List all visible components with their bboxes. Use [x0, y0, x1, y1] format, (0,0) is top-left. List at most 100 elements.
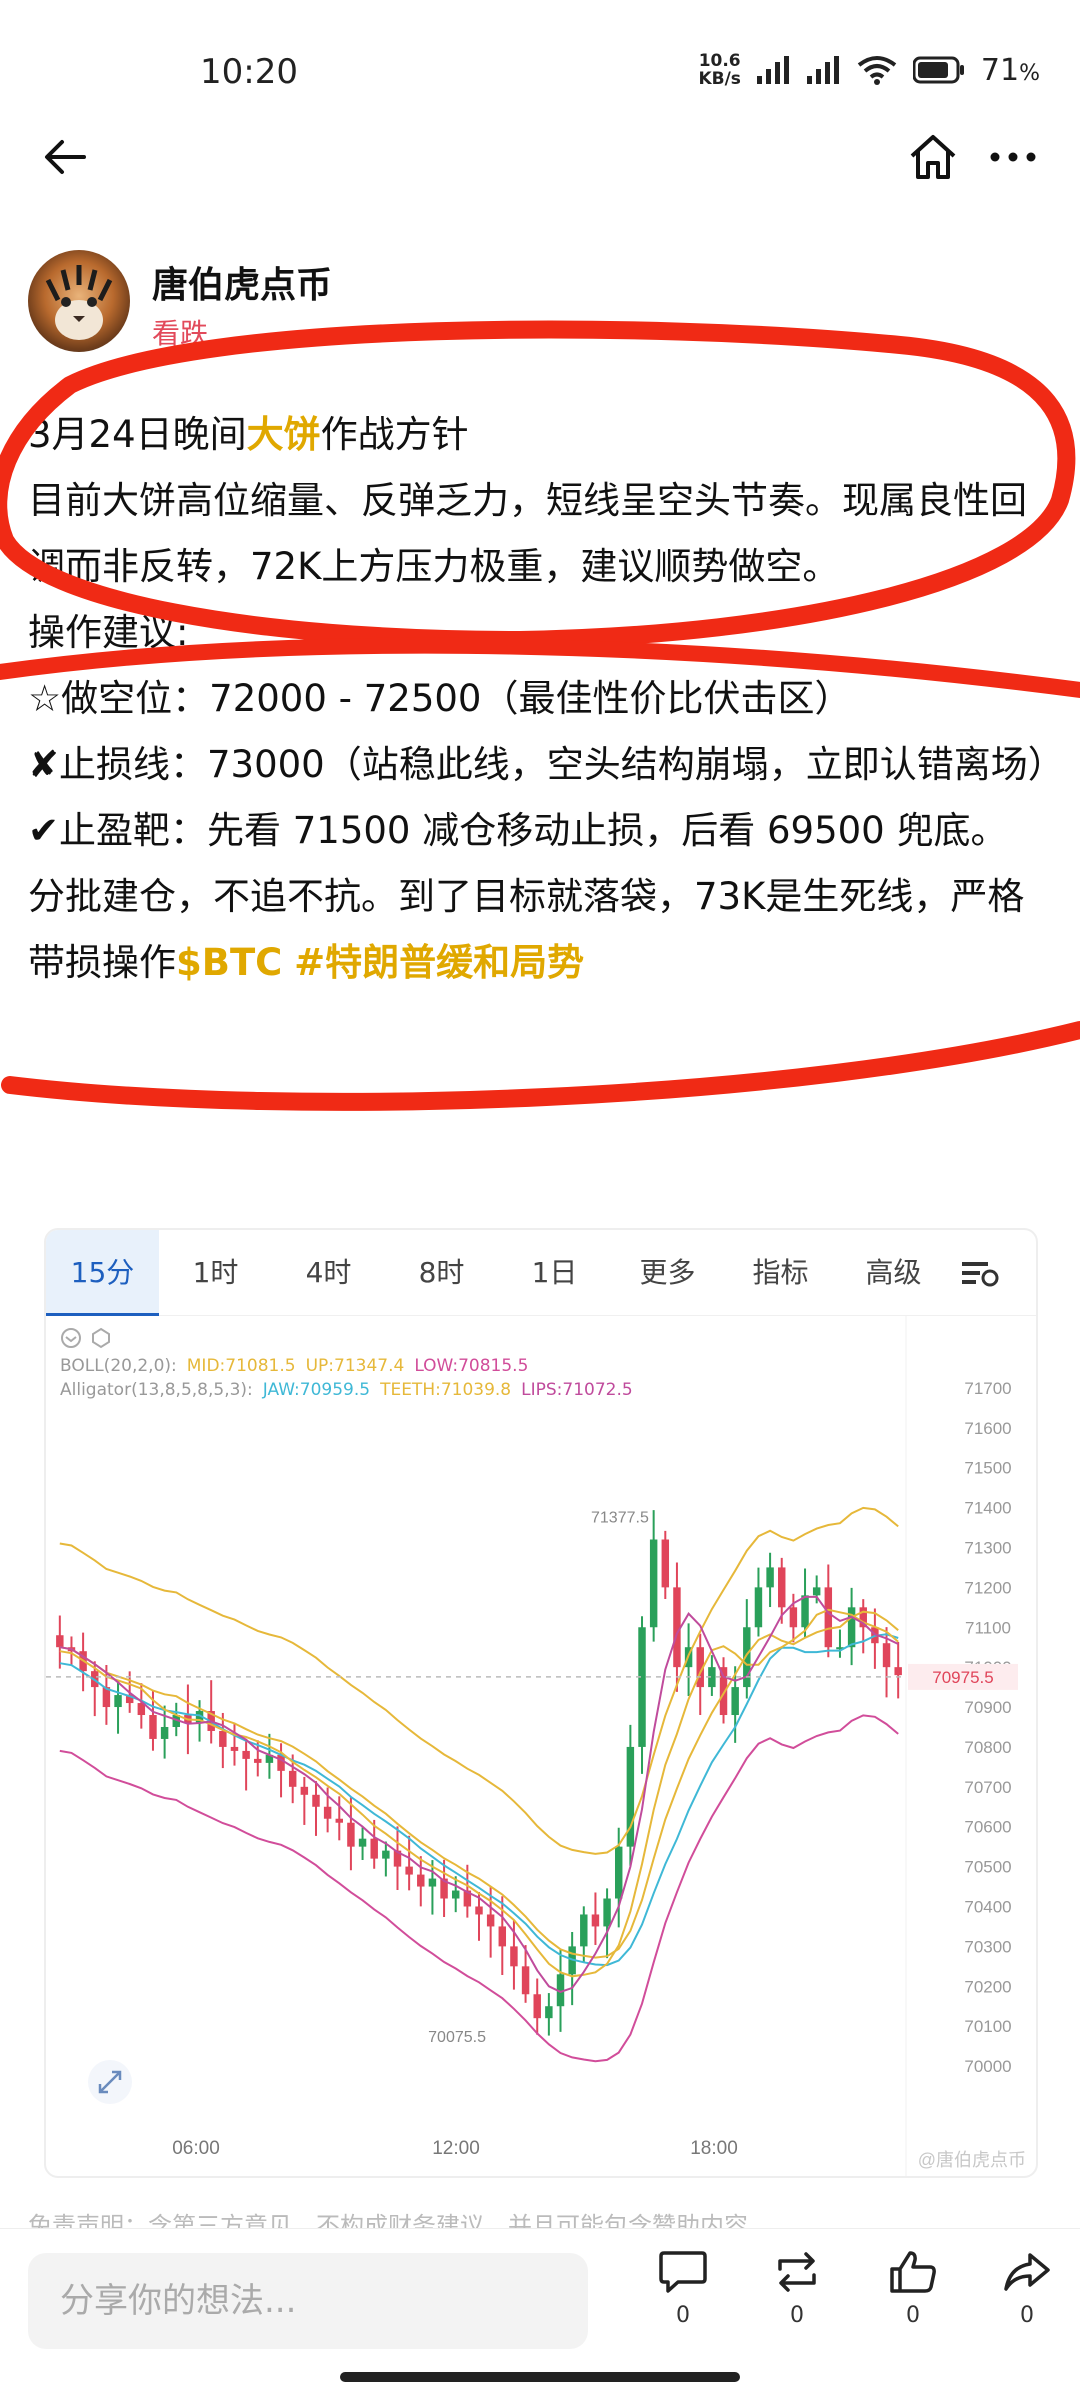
battery-icon [912, 56, 964, 84]
comment-count: 0 [676, 2303, 690, 2328]
candle-body [580, 1914, 588, 1947]
candle-body [766, 1567, 774, 1588]
like-button[interactable]: 0 [878, 2249, 948, 2328]
x-tick-label: 18:00 [690, 2138, 738, 2159]
candle-body [347, 1822, 355, 1847]
candle-body [358, 1838, 367, 1847]
candle-body [661, 1539, 670, 1588]
status-bar: 10:20 10.6 KB/s 71% [0, 0, 1080, 140]
tab-advanced[interactable]: 高级 [837, 1230, 950, 1316]
watermark: @唐伯虎点币 [918, 2150, 1026, 2170]
y-tick-label: 71600 [964, 1419, 1011, 1438]
like-count: 0 [906, 2303, 920, 2328]
tab-15m[interactable]: 15分 [46, 1230, 159, 1316]
signal-icon-2 [806, 56, 839, 84]
ops-title: 操作建议: [28, 611, 189, 654]
x-tick-label: 12:00 [432, 2138, 480, 2159]
candle-body [114, 1695, 122, 1708]
net-speed: 10.6 KB/s [698, 51, 741, 89]
candle-body [417, 1874, 425, 1887]
back-arrow-icon[interactable] [40, 132, 90, 182]
expand-icon[interactable] [88, 2060, 132, 2104]
candle-body [56, 1635, 64, 1648]
candle-body [521, 1966, 530, 1995]
tab-8h[interactable]: 8时 [385, 1230, 498, 1316]
more-options-icon[interactable] [986, 130, 1040, 184]
tab-1d[interactable]: 1日 [498, 1230, 611, 1316]
tab-indicators[interactable]: 指标 [724, 1230, 837, 1316]
top-nav [0, 120, 1080, 200]
kline-chart-card: 15分 1时 4时 8时 1日 更多 指标 高级 BOLL(20,2,0): MI… [44, 1228, 1038, 2178]
share-thoughts-input[interactable]: 分享你的想法... [28, 2253, 588, 2349]
y-tick-label: 70100 [964, 2017, 1011, 2036]
tiger-avatar-image [45, 265, 113, 340]
tab-1h[interactable]: 1时 [159, 1230, 272, 1316]
candle-body [149, 1715, 157, 1739]
candle-body [242, 1750, 250, 1759]
candle-body [382, 1850, 390, 1859]
repost-count: 0 [790, 2303, 804, 2328]
comment-button[interactable]: 0 [648, 2249, 718, 2328]
tab-4h[interactable]: 4时 [272, 1230, 385, 1316]
stoploss-line: ✘止损线：73000（站稳此线，空头结构崩塌，立即认错离场） [28, 743, 1065, 786]
candle-body [230, 1746, 239, 1751]
candle-body [754, 1587, 763, 1628]
y-tick-label: 70300 [964, 1937, 1011, 1956]
candle-body [323, 1806, 332, 1819]
candle-body [335, 1818, 343, 1823]
current-price-label: 70975.5 [932, 1668, 993, 1687]
candle-body [789, 1607, 798, 1628]
status-icons: 10.6 KB/s 71% [698, 52, 1040, 88]
y-tick-label: 71700 [964, 1379, 1011, 1398]
candle-body [475, 1906, 483, 1915]
thumbs-up-icon [890, 2251, 936, 2293]
entry-line: ☆做空位：72000 - 72500（最佳性价比伏击区） [28, 677, 852, 720]
y-tick-label: 71400 [964, 1499, 1011, 1518]
y-tick-label: 70500 [964, 1858, 1011, 1877]
candlestick-chart[interactable]: 7170071600715007140071300712007110071000… [46, 1316, 1038, 2178]
candle-body [300, 1786, 309, 1795]
y-tick-label: 70700 [964, 1778, 1011, 1797]
candle-body [591, 1914, 600, 1927]
post-heading: 3月24日晚间大饼作战方针 [28, 413, 469, 456]
candle-body [649, 1539, 658, 1628]
candle-body [219, 1730, 227, 1747]
status-time: 10:20 [200, 52, 298, 92]
post-paragraph: 目前大饼高位缩量、反弹乏力，短线呈空头节奏。现属良性回调而非反转，72K上方压力… [28, 479, 1027, 588]
candle-body [731, 1687, 739, 1716]
candle-body [160, 1726, 169, 1739]
candle-body [370, 1838, 378, 1859]
boll-up-line [59, 1506, 899, 1855]
author-name[interactable]: 唐伯虎点币 [152, 256, 332, 308]
candle-body [778, 1567, 786, 1608]
post-body: 3月24日晚间大饼作战方针 目前大饼高位缩量、反弹乏力，短线呈空头节奏。现属良性… [28, 402, 1065, 996]
candle-body [894, 1667, 902, 1676]
share-arrow-icon [1004, 2253, 1050, 2291]
home-icon[interactable] [906, 130, 960, 184]
candle-body [533, 1994, 541, 2019]
low-annotation: 70075.5 [428, 2029, 486, 2046]
candle-body [288, 1770, 297, 1787]
candle-body [277, 1754, 285, 1771]
y-tick-label: 70000 [964, 2057, 1011, 2076]
home-indicator [340, 2372, 740, 2382]
closing-line: 分批建仓，不追不抗。到了目标就落袋，73K是生死线，严格带损操作$BTC #特朗… [28, 875, 1025, 984]
tab-more[interactable]: 更多 [611, 1230, 724, 1316]
y-tick-label: 71500 [964, 1459, 1011, 1478]
candle-body [428, 1878, 437, 1887]
timeframe-tabs: 15分 1时 4时 8时 1日 更多 指标 高级 [46, 1230, 1036, 1316]
candle-body [312, 1794, 320, 1807]
share-button[interactable]: 0 [992, 2249, 1062, 2328]
avatar[interactable] [28, 250, 130, 352]
candle-body [405, 1866, 413, 1875]
hashtag-link[interactable]: #特朗普缓和局势 [294, 941, 584, 984]
battery-level: 71% [980, 52, 1040, 88]
repost-button[interactable]: 0 [762, 2249, 832, 2328]
x-tick-label: 06:00 [172, 2138, 220, 2159]
chart-settings-icon[interactable] [950, 1230, 1010, 1316]
cashtag-btc[interactable]: $BTC [176, 941, 282, 984]
y-tick-label: 70400 [964, 1897, 1011, 1916]
candle-body [545, 2006, 553, 2019]
author-row: 唐伯虎点币 看跌 [28, 250, 1028, 360]
candle-body [603, 1898, 611, 1927]
